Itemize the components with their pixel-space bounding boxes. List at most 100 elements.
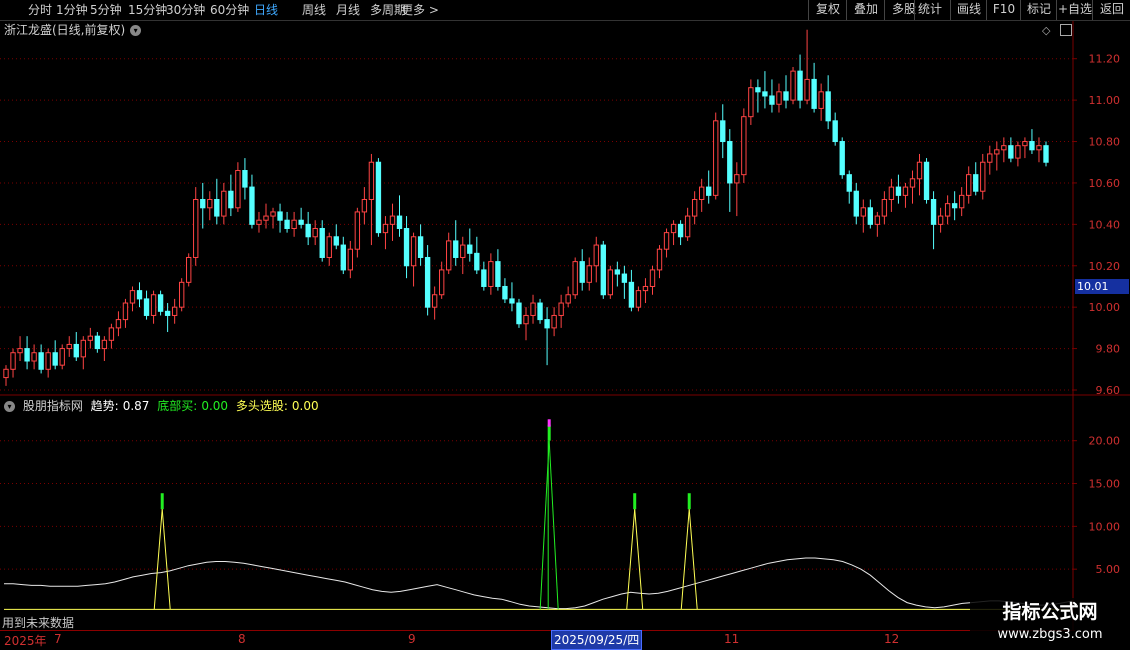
date-label-1: 7 bbox=[54, 632, 62, 646]
indicator-name[interactable]: 股朋指标网 bbox=[23, 399, 83, 413]
candle-body bbox=[157, 294, 164, 312]
toolbar-button-6[interactable]: 标记 bbox=[1020, 0, 1057, 20]
diamond-icon[interactable]: ◇ bbox=[1042, 24, 1050, 37]
candle-body bbox=[24, 348, 30, 362]
candle-body bbox=[853, 190, 859, 217]
candle bbox=[298, 207, 304, 229]
candle-body bbox=[930, 199, 937, 225]
period-tab-8[interactable]: 月线 bbox=[336, 2, 360, 18]
candle-body bbox=[502, 285, 508, 300]
toolbar-button-8[interactable]: 返回 bbox=[1092, 0, 1130, 20]
candle bbox=[980, 153, 986, 200]
period-tab-4[interactable]: 30分钟 bbox=[166, 2, 205, 18]
candle-body bbox=[600, 244, 606, 296]
candle bbox=[1022, 137, 1028, 159]
candle-body bbox=[677, 223, 684, 238]
period-tab-6[interactable]: 日线 bbox=[254, 2, 278, 18]
candle-body bbox=[621, 273, 628, 283]
candle bbox=[734, 162, 740, 217]
candle bbox=[305, 211, 311, 246]
candle bbox=[129, 286, 136, 312]
candle bbox=[453, 220, 459, 266]
candle-body bbox=[305, 223, 311, 238]
chevron-down-icon[interactable]: ▾ bbox=[130, 25, 142, 36]
candle-body bbox=[143, 298, 150, 316]
candle bbox=[319, 220, 325, 262]
candle-body bbox=[80, 339, 86, 358]
candle bbox=[396, 195, 403, 237]
candle-body bbox=[951, 203, 958, 209]
date-label-6: 12 bbox=[884, 632, 900, 646]
period-tab-1[interactable]: 1分钟 bbox=[56, 2, 88, 18]
candle bbox=[720, 104, 726, 159]
price-axis-label: 11.00 bbox=[1089, 94, 1121, 107]
candle bbox=[87, 327, 94, 349]
candle bbox=[558, 294, 564, 328]
indicator-header: ▾ 股朋指标网 趋势: 0.87 底部买: 0.00 多头选股: 0.00 bbox=[2, 398, 323, 414]
candle bbox=[270, 207, 276, 229]
period-tab-7[interactable]: 周线 bbox=[302, 2, 326, 18]
candle bbox=[572, 257, 578, 299]
toolbar-button-7[interactable]: +自选 bbox=[1056, 0, 1093, 20]
candle-body bbox=[734, 174, 740, 184]
candle-body bbox=[122, 302, 129, 321]
toolbar-button-4[interactable]: 画线 bbox=[950, 0, 987, 20]
price-axis-label: 10.40 bbox=[1089, 218, 1121, 231]
candle-body bbox=[249, 186, 255, 225]
candle bbox=[839, 137, 845, 179]
toolbar-button-1[interactable]: 叠加 bbox=[846, 0, 885, 20]
candle-body bbox=[474, 252, 480, 271]
candle-body bbox=[1015, 145, 1021, 159]
candle-body bbox=[291, 219, 297, 229]
candle bbox=[59, 344, 65, 370]
date-label-0: 2025年 bbox=[4, 634, 47, 648]
candle bbox=[122, 298, 129, 328]
candle bbox=[431, 286, 438, 320]
candle-body bbox=[1029, 141, 1035, 151]
candle-body bbox=[214, 199, 220, 217]
candle-body bbox=[966, 174, 972, 196]
candle-body bbox=[1043, 145, 1049, 163]
bottom-buy-value: 0.00 bbox=[201, 399, 229, 413]
stock-name-label: 浙江龙盛(日线,前复权) bbox=[4, 23, 126, 37]
toolbar-button-5[interactable]: F10 bbox=[986, 0, 1021, 20]
candle bbox=[684, 207, 691, 241]
candle-body bbox=[115, 319, 122, 329]
candle bbox=[333, 224, 339, 250]
candle-body bbox=[958, 194, 965, 209]
toolbar-button-3[interactable]: 统计 bbox=[914, 0, 945, 20]
candle-body bbox=[207, 199, 213, 209]
candle-body bbox=[446, 240, 452, 271]
candle bbox=[438, 261, 445, 299]
candle bbox=[17, 336, 23, 362]
candle bbox=[52, 340, 58, 370]
period-tab-5[interactable]: 60分钟 bbox=[210, 2, 249, 18]
candle bbox=[235, 162, 241, 212]
period-tab-2[interactable]: 5分钟 bbox=[90, 2, 122, 18]
candle-body bbox=[10, 352, 16, 370]
candle bbox=[214, 178, 220, 225]
candle-body bbox=[755, 87, 761, 93]
candle-body bbox=[818, 91, 824, 109]
bull-pick-label: 多头选股: bbox=[235, 399, 288, 413]
chevron-down-icon[interactable]: ▾ bbox=[4, 401, 15, 412]
bottom-buy-signal-bar bbox=[633, 493, 637, 510]
candle bbox=[410, 232, 417, 287]
candle bbox=[706, 170, 712, 204]
candle bbox=[481, 261, 487, 291]
layout-toggle-icon[interactable] bbox=[1060, 24, 1072, 36]
toolbar-button-0[interactable]: 复权 bbox=[808, 0, 847, 20]
period-tab-10[interactable]: 更多 > bbox=[401, 2, 439, 18]
candle-body bbox=[579, 261, 585, 283]
candle bbox=[656, 245, 663, 279]
period-tab-0[interactable]: 分时 bbox=[28, 2, 52, 18]
candle-body bbox=[333, 236, 339, 246]
candle-body bbox=[973, 174, 979, 192]
candle-body bbox=[607, 269, 614, 296]
candle-body bbox=[263, 215, 269, 221]
period-tab-3[interactable]: 15分钟 bbox=[128, 2, 167, 18]
price-axis-label: 9.80 bbox=[1096, 343, 1121, 356]
candle bbox=[143, 290, 150, 320]
candle-body bbox=[706, 186, 712, 196]
date-axis bbox=[0, 630, 1075, 649]
